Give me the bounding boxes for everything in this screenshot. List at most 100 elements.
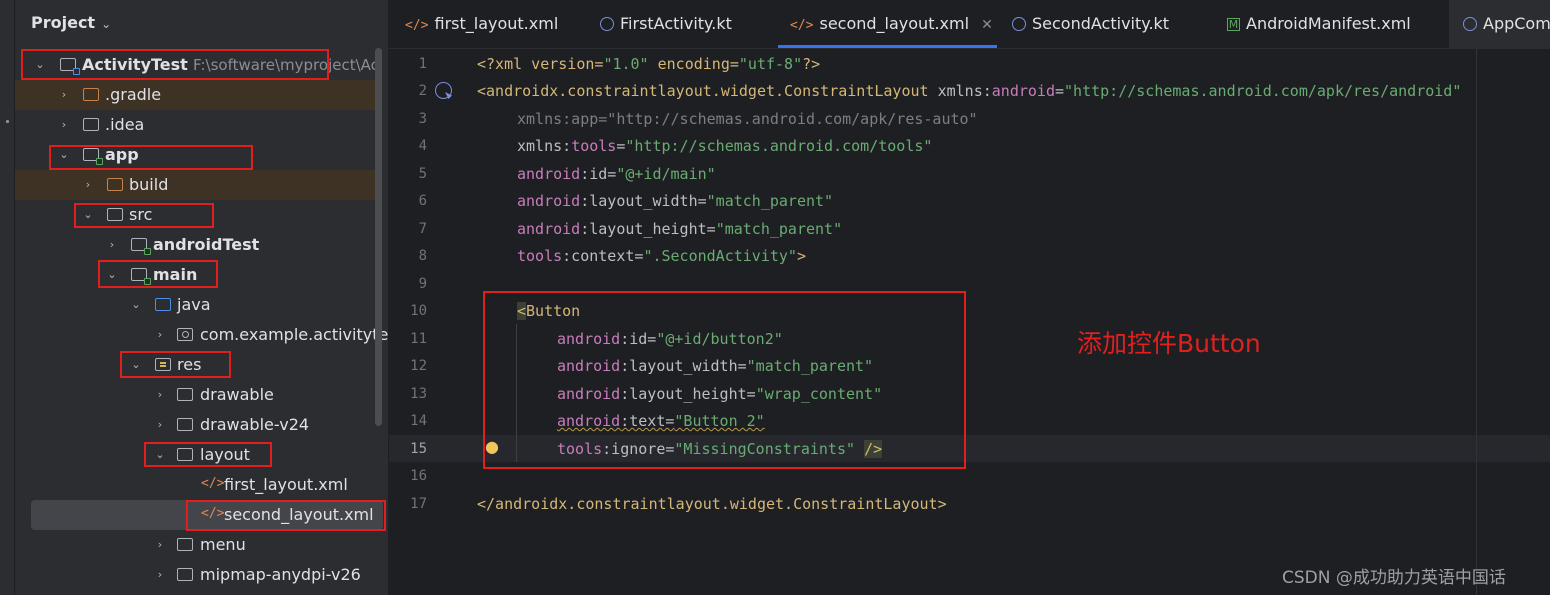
code-line-7[interactable]: android:layout_height="match_parent": [517, 216, 842, 243]
xml-file-icon: </>: [201, 476, 225, 491]
code-line-17[interactable]: </androidx.constraintlayout.widget.Const…: [477, 491, 947, 518]
line-number: 16: [410, 468, 427, 484]
chevron-right-icon[interactable]: ›: [81, 170, 95, 200]
tab-label: second_layout.xml: [819, 14, 970, 33]
highlight-box: [98, 260, 218, 288]
code-line-2[interactable]: <androidx.constraintlayout.widget.Constr…: [477, 78, 1461, 105]
tab-appcom[interactable]: AppCom: [1449, 0, 1550, 48]
line-number: 9: [418, 276, 427, 292]
line-number: 6: [418, 193, 427, 209]
tab-label: FirstActivity.kt: [620, 14, 732, 33]
tree-item-drawable[interactable]: › drawable: [15, 380, 375, 410]
line-number: 14: [410, 413, 427, 429]
xml-file-icon: </>: [790, 18, 814, 33]
line-number: 2: [418, 83, 427, 99]
line-number: 11: [410, 331, 427, 347]
tree-item-label: first_layout.xml: [224, 475, 348, 494]
line-number: 8: [418, 248, 427, 264]
tab-android-manifest[interactable]: M AndroidManifest.xml: [1227, 0, 1411, 48]
watermark: CSDN @成功助力英语中国话: [1282, 568, 1506, 588]
kotlin-class-icon: [1012, 17, 1026, 31]
chevron-right-icon[interactable]: ›: [153, 530, 167, 560]
editor-tab-bar: </> first_layout.xml FirstActivity.kt </>…: [389, 0, 1550, 49]
chevron-right-icon[interactable]: ›: [57, 110, 71, 140]
highlight-box: [144, 442, 272, 467]
line-number: 4: [418, 138, 427, 154]
chevron-right-icon[interactable]: ›: [153, 560, 167, 590]
tree-item-label: java: [177, 295, 211, 314]
tree-item-first-layout[interactable]: </> first_layout.xml: [15, 470, 375, 500]
kotlin-class-icon: [600, 17, 614, 31]
line-number: 10: [410, 303, 427, 319]
tree-item-package[interactable]: › com.example.activitytest: [15, 320, 388, 350]
highlight-box: [49, 145, 253, 170]
code-line-6[interactable]: android:layout_width="match_parent": [517, 188, 833, 215]
line-number: 1: [418, 56, 427, 72]
tree-item-label: .idea: [105, 115, 145, 134]
folder-icon: [177, 418, 193, 431]
folder-icon: [83, 118, 99, 131]
tab-label: AppCom: [1483, 14, 1550, 33]
code-line-3[interactable]: xmlns:app="http://schemas.android.com/ap…: [517, 106, 978, 133]
folder-icon: [177, 538, 193, 551]
tree-item-label: drawable-v24: [200, 415, 310, 434]
code-line-4[interactable]: xmlns:tools="http://schemas.android.com/…: [517, 133, 932, 160]
source-root-folder-icon: [155, 298, 171, 311]
code-line-1[interactable]: <?xml version="1.0" encoding="utf-8"?>: [477, 51, 820, 78]
tool-window-stripe: [0, 0, 15, 595]
chevron-right-icon[interactable]: ›: [153, 410, 167, 440]
run-gutter-icon[interactable]: [435, 82, 452, 99]
line-number: 5: [418, 166, 427, 182]
tab-second-activity[interactable]: SecondActivity.kt: [1012, 0, 1169, 48]
tree-item-label: mipmap-anydpi-v26: [200, 565, 361, 584]
tree-item-java[interactable]: ⌄ java: [15, 290, 375, 320]
xml-file-icon: </>: [405, 18, 429, 33]
line-number: 3: [418, 111, 427, 127]
tab-first-activity[interactable]: FirstActivity.kt: [600, 0, 732, 48]
line-number: 7: [418, 221, 427, 237]
highlight-box: [21, 49, 329, 80]
tab-label: first_layout.xml: [434, 14, 559, 33]
close-icon[interactable]: ✕: [981, 17, 993, 33]
tree-item-mipmap[interactable]: › mipmap-anydpi-v26: [15, 560, 375, 590]
tree-item-menu[interactable]: › menu: [15, 530, 375, 560]
tree-item-label: menu: [200, 535, 246, 554]
tab-label: AndroidManifest.xml: [1246, 14, 1411, 33]
chevron-down-icon[interactable]: ⌄: [129, 290, 143, 320]
manifest-icon: M: [1227, 18, 1240, 31]
project-panel-title[interactable]: Project ⌄: [31, 13, 111, 32]
tree-item-idea[interactable]: › .idea: [15, 110, 375, 140]
chevron-right-icon[interactable]: ›: [153, 380, 167, 410]
line-number: 17: [410, 496, 427, 512]
tree-item-label: drawable: [200, 385, 274, 404]
tab-second-layout[interactable]: </> second_layout.xml ✕: [790, 0, 993, 48]
package-icon: [177, 328, 193, 341]
folder-icon: [177, 568, 193, 581]
chevron-right-icon[interactable]: ›: [57, 80, 71, 110]
chevron-right-icon[interactable]: ›: [153, 320, 167, 350]
tab-first-layout[interactable]: </> first_layout.xml: [405, 0, 558, 48]
tree-item-label: .gradle: [105, 85, 162, 104]
code-line-8[interactable]: tools:context=".SecondActivity">: [517, 243, 806, 270]
annotation-text: 添加控件Button: [1077, 329, 1261, 358]
tree-item-androidtest[interactable]: › androidTest: [15, 230, 375, 260]
chevron-down-icon[interactable]: ⌄: [101, 17, 111, 31]
tree-item-build[interactable]: › build: [15, 170, 375, 200]
excluded-folder-icon: [83, 88, 99, 101]
highlight-box: [186, 500, 386, 531]
code-line-5[interactable]: android:id="@+id/main": [517, 161, 716, 188]
class-icon: [1463, 17, 1477, 31]
line-number: 12: [410, 358, 427, 374]
tree-item-label: com.example.activitytest: [200, 325, 388, 344]
folder-icon: [177, 388, 193, 401]
highlight-box: [483, 291, 966, 469]
stripe-marker: [6, 120, 9, 123]
excluded-folder-icon: [107, 178, 123, 191]
tree-item-drawable-v24[interactable]: › drawable-v24: [15, 410, 375, 440]
source-folder-icon: [131, 238, 151, 255]
tab-label: SecondActivity.kt: [1032, 14, 1170, 33]
active-tab-indicator: [778, 45, 997, 48]
chevron-right-icon[interactable]: ›: [105, 230, 119, 260]
tree-item-gradle[interactable]: › .gradle: [15, 80, 375, 110]
project-scrollbar[interactable]: [375, 48, 382, 426]
